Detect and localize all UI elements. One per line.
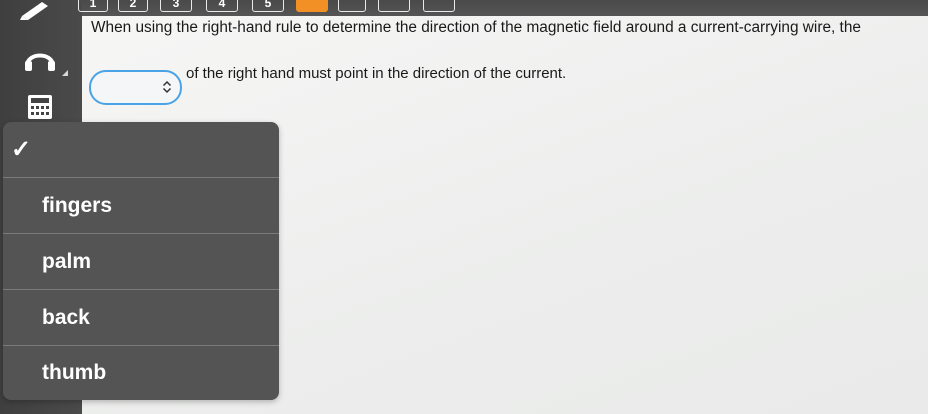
option-back[interactable]: back [3,290,279,346]
menu-selected-check-row[interactable]: ✓ [3,122,279,178]
option-label: back [42,305,90,329]
headphones-icon[interactable] [24,44,56,77]
question-number-button[interactable]: 5 [252,0,284,12]
chevron-up-down-icon [162,80,172,94]
question-number-button-current[interactable] [296,0,328,12]
option-label: thumb [42,361,107,384]
corner-indicator [62,70,68,76]
question-number-button[interactable] [378,0,410,12]
option-palm[interactable]: palm [3,234,279,290]
question-nav-bar: 1 2 3 4 5 [78,0,928,16]
question-number-button[interactable]: 4 [206,0,238,12]
option-label: fingers [42,193,113,217]
calculator-icon[interactable] [28,95,52,124]
question-text-line1: When using the right-hand rule to determ… [91,19,861,36]
question-number-button[interactable] [423,0,455,12]
checkmark-icon: ✓ [11,136,32,163]
pencil-icon[interactable] [18,0,52,25]
question-text-line2: of the right hand must point in the dire… [186,65,567,82]
answer-dropdown[interactable] [89,70,182,105]
question-number-button[interactable]: 2 [118,0,148,12]
option-fingers[interactable]: fingers [3,178,279,234]
question-number-button[interactable]: 3 [160,0,192,12]
question-number-button[interactable]: 1 [78,0,108,12]
question-number-button[interactable] [338,0,366,12]
option-label: palm [42,249,92,273]
option-thumb[interactable]: thumb [3,346,279,400]
dropdown-options-menu: ✓ fingers palm back thumb [3,122,279,400]
